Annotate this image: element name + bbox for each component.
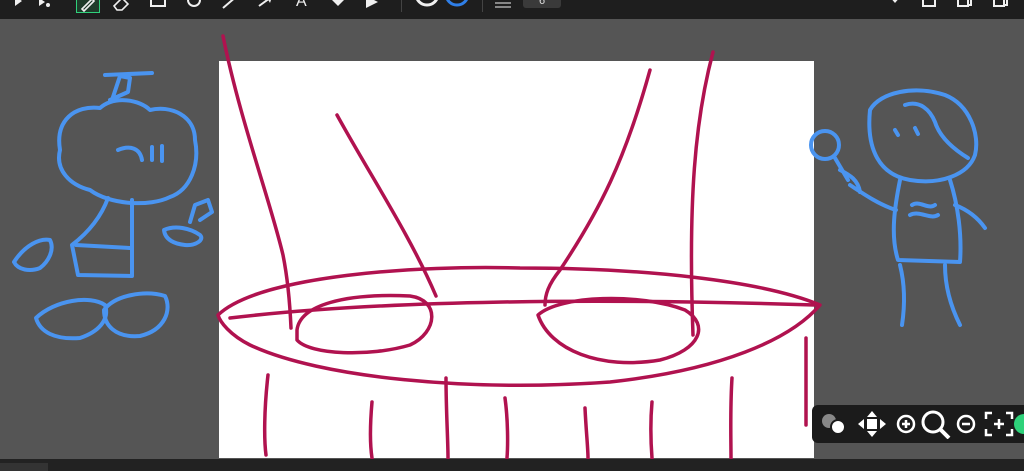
- stroke-color-swatch[interactable]: [412, 0, 442, 12]
- ellipse-icon[interactable]: [184, 0, 206, 12]
- bottom-bar: [0, 459, 1024, 471]
- paste-icon[interactable]: [990, 0, 1012, 12]
- select-arrow-small-icon[interactable]: [34, 0, 56, 12]
- thickness-input[interactable]: 6: [523, 0, 561, 8]
- drawing-canvas[interactable]: [0, 19, 1024, 462]
- zoom-icon[interactable]: [918, 409, 952, 439]
- fill-color-swatch[interactable]: [442, 0, 472, 12]
- navigation-panel: [812, 405, 1024, 443]
- svg-text:A: A: [296, 0, 307, 10]
- fill-icon[interactable]: [328, 0, 350, 12]
- zoom-out-icon[interactable]: [954, 409, 978, 439]
- toolbar: A 6: [0, 0, 1024, 19]
- toolbar-divider: [482, 0, 483, 12]
- pen-icon[interactable]: [76, 0, 100, 13]
- trash-icon[interactable]: [918, 0, 940, 12]
- copy-icon[interactable]: [954, 0, 976, 12]
- zoom-in-icon[interactable]: [894, 409, 918, 439]
- select-arrow-icon[interactable]: [10, 0, 32, 12]
- layers-icon[interactable]: [818, 409, 852, 439]
- eraser-icon[interactable]: [110, 0, 132, 12]
- page-tab[interactable]: [0, 463, 48, 471]
- dropdown-arrow-icon[interactable]: [884, 0, 906, 12]
- line-thickness-icon: [492, 0, 514, 12]
- paper-page[interactable]: [219, 61, 814, 458]
- move-icon[interactable]: [856, 409, 888, 439]
- pointer-icon[interactable]: [362, 0, 384, 12]
- rectangle-icon[interactable]: [148, 0, 170, 12]
- text-icon[interactable]: A: [292, 0, 314, 12]
- toolbar-divider: [401, 0, 402, 12]
- fit-to-screen-icon[interactable]: [982, 409, 1016, 439]
- arrow-icon[interactable]: [256, 0, 278, 12]
- line-icon[interactable]: [220, 0, 242, 12]
